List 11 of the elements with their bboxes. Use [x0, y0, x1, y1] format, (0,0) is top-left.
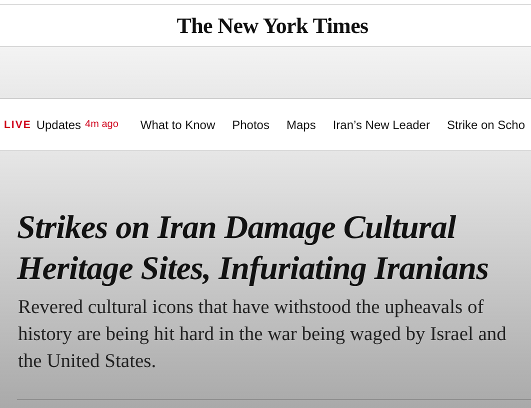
nav-link[interactable]: Photos	[232, 118, 270, 132]
live-label: LIVE	[4, 118, 32, 130]
nav-link[interactable]: Maps	[286, 118, 316, 132]
nav-link[interactable]: What to Know	[140, 118, 216, 132]
nav-link[interactable]: Iran’s New Leader	[332, 118, 430, 132]
updates-link[interactable]: Updates	[36, 118, 82, 132]
updated-time: 4m ago	[85, 119, 118, 130]
newspaper-logo[interactable]: The New York Times	[176, 12, 368, 38]
headline: Strikes on Iran Damage Cultural Heritage Sites, Infuriating Iranians	[17, 209, 490, 289]
article-summary: Revered cultural icons that have withstood the upheavals of history are being hit hard in the war being waged by Israel and the United States.	[18, 296, 508, 374]
nav-link[interactable]: Strike on Scho	[446, 118, 526, 132]
